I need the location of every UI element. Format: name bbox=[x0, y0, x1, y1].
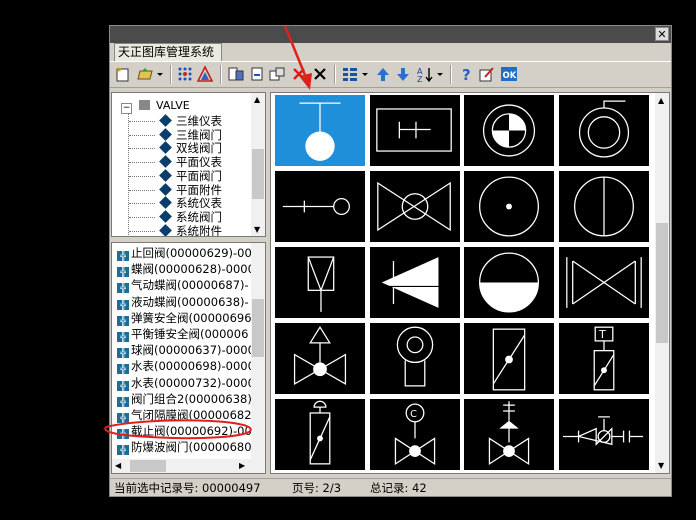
annotation-arrow-line bbox=[283, 25, 309, 81]
annotation-overlay bbox=[104, 25, 312, 440]
annotation-arrow-head bbox=[299, 73, 312, 90]
annotation-ellipse bbox=[104, 419, 252, 440]
